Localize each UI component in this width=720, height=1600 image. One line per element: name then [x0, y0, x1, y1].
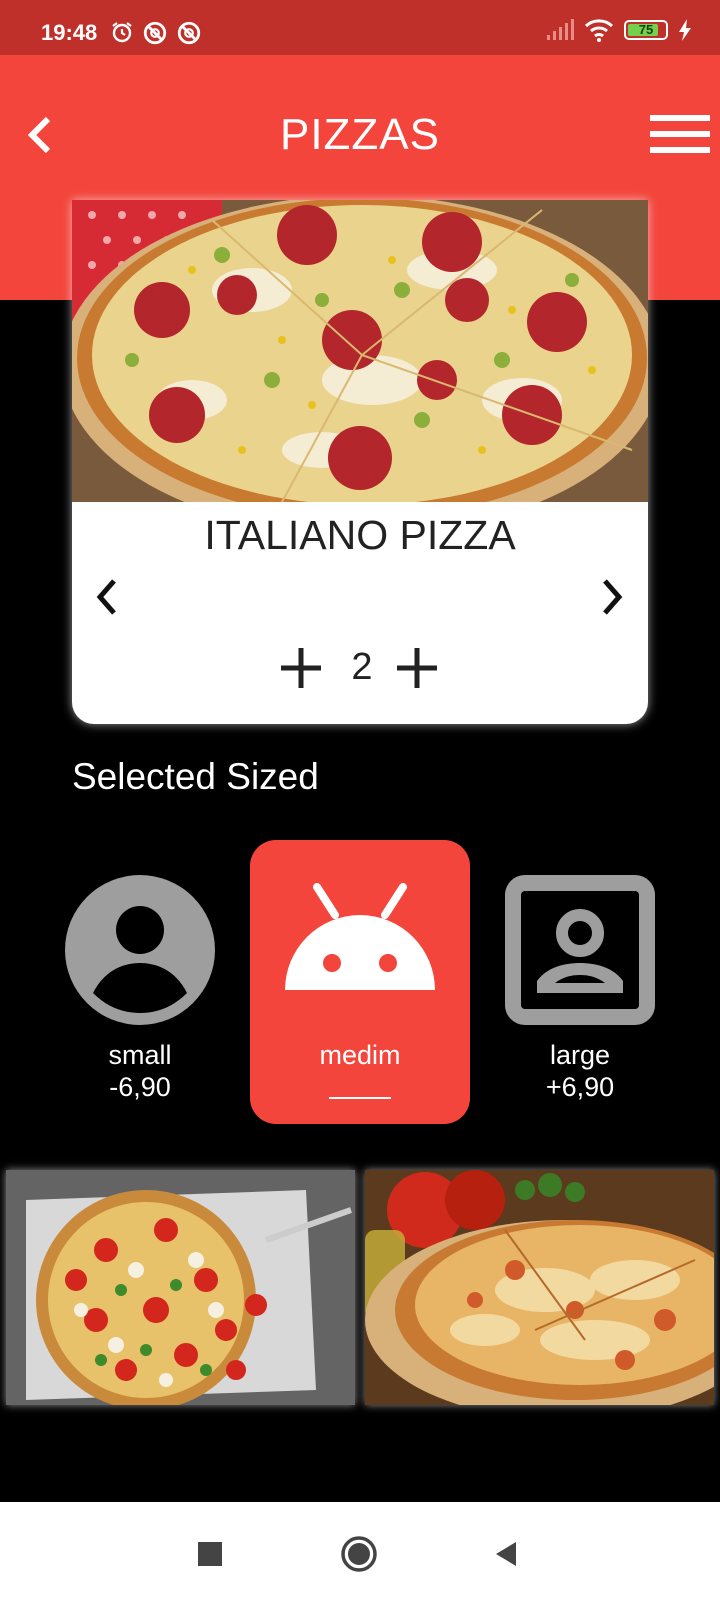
- signal-icon: [547, 19, 574, 40]
- charging-icon: [679, 19, 691, 41]
- hamburger-line: [650, 147, 710, 153]
- back-triangle-icon: [496, 1542, 516, 1566]
- alarm-icon: [112, 22, 132, 43]
- menu-button[interactable]: [650, 115, 710, 157]
- status-icons-right: 75: [546, 18, 692, 42]
- battery-level: 75: [638, 22, 654, 37]
- size-option-large[interactable]: large +6,90: [470, 840, 690, 1124]
- size-label: large: [549, 1040, 611, 1070]
- page-title: PIZZAS: [279, 110, 441, 159]
- cheese-pizza-image: [365, 1170, 714, 1405]
- size-price: -6,90: [109, 1072, 171, 1102]
- blocked-notification-icon: [143, 21, 167, 45]
- product-name: ITALIANO PIZZA: [204, 512, 516, 558]
- quantity-value: 2: [351, 646, 373, 688]
- margherita-pizza-image: [6, 1170, 355, 1405]
- status-icons-left: [110, 20, 202, 46]
- product-card: ITALIANO PIZZA 2: [72, 200, 648, 724]
- previous-product-button[interactable]: [92, 577, 122, 617]
- size-option-small[interactable]: small -6,90: [30, 840, 250, 1124]
- wifi-icon: [584, 19, 614, 42]
- size-label: small: [108, 1040, 172, 1070]
- next-product-button[interactable]: [597, 577, 627, 617]
- decrease-quantity-button[interactable]: [279, 646, 323, 690]
- sizes-section-title: Selected Sized: [72, 756, 319, 797]
- plus-icon: [397, 648, 437, 688]
- status-bar: 19:48 75: [0, 0, 720, 55]
- account-circle-icon: [65, 875, 215, 1025]
- hamburger-menu-icon: [650, 115, 710, 121]
- size-option-medium[interactable]: medim: [250, 840, 470, 1124]
- recents-square-icon: [198, 1542, 222, 1566]
- selected-underline: [329, 1097, 391, 1099]
- plus-icon: [281, 648, 321, 688]
- chevron-left-icon: [96, 579, 116, 615]
- size-label: medim: [319, 1040, 401, 1070]
- recents-button[interactable]: [190, 1534, 230, 1574]
- blocked-notification-icon: [177, 21, 201, 45]
- system-back-button[interactable]: [488, 1534, 528, 1574]
- hamburger-line: [650, 131, 710, 137]
- home-circle-icon: [341, 1536, 377, 1572]
- contact-portrait-icon: [505, 875, 655, 1025]
- android-icon: [285, 883, 435, 990]
- increase-quantity-button[interactable]: [395, 646, 439, 690]
- battery-icon: 75: [624, 20, 668, 40]
- gallery-item[interactable]: [365, 1170, 714, 1405]
- system-navigation-bar: [0, 1502, 720, 1600]
- chevron-right-icon: [603, 579, 623, 615]
- gallery-item[interactable]: [6, 1170, 355, 1405]
- home-button[interactable]: [339, 1534, 379, 1574]
- status-time: 19:48: [41, 20, 98, 45]
- pepperoni-pizza-image: [72, 200, 648, 502]
- size-price: +6,90: [545, 1072, 615, 1102]
